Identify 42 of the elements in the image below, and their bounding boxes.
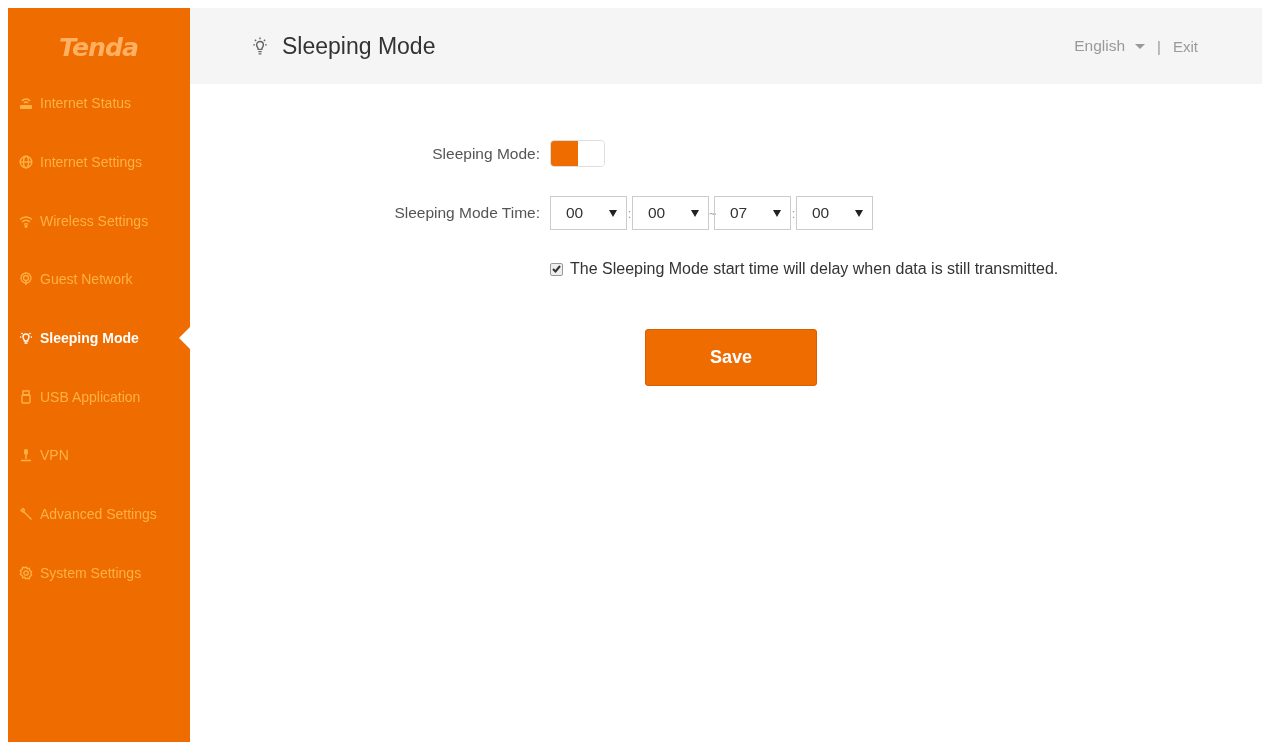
save-button[interactable]: Save [645,329,817,386]
caret-icon [1135,43,1146,49]
time-separator: : [791,205,796,221]
sidebar-item[interactable]: Wireless Settings [8,191,190,251]
exit-link[interactable]: Exit [1173,37,1198,55]
page-title: Sleeping Mode [282,32,436,60]
time-dropdown[interactable]: 00 [550,196,627,230]
caret-icon [773,209,781,217]
wifi-icon [19,213,33,228]
sidebar-item[interactable]: Internet Settings [8,132,190,192]
field-label: Sleeping Mode: [431,144,540,163]
sidebar-item[interactable]: Sleeping Mode [8,308,190,368]
separator: | [1157,37,1161,55]
field-label: Sleeping Mode Time: [393,204,540,222]
lightbulb-icon [252,37,268,55]
sidebar-item[interactable]: Guest Network [8,250,190,309]
globe-icon [19,155,33,170]
gear-icon [19,565,33,580]
caret-icon [609,209,617,217]
wrench-icon [19,507,33,522]
router-icon [19,96,33,111]
person-icon [19,448,33,463]
lightbulb-icon [19,331,33,346]
toggle-switch[interactable] [550,140,605,167]
checkbox-label: The Sleeping Mode start time will delay when data is still transmitted. [570,260,1059,278]
sidebar-item[interactable]: USB Application [8,367,190,427]
language-dropdown[interactable]: English [1074,37,1146,55]
sidebar-item[interactable]: Internet Status [8,74,190,133]
time-separator: : [627,205,632,221]
selection-notch [179,327,190,350]
time-dropdown[interactable]: 00 [796,196,873,230]
sidebar-item[interactable]: Advanced Settings [8,484,190,544]
time-dropdown[interactable]: 00 [632,196,709,230]
brand-logo: Tenda [59,34,139,62]
sidebar-item[interactable]: VPN [8,426,190,485]
usb-icon [19,389,33,404]
caret-icon [691,209,699,217]
checkbox[interactable] [550,262,563,276]
sidebar-item[interactable]: System Settings [8,543,190,603]
signal-icon [19,272,33,287]
caret-icon [855,209,863,217]
time-dropdown[interactable]: 07 [714,196,791,230]
